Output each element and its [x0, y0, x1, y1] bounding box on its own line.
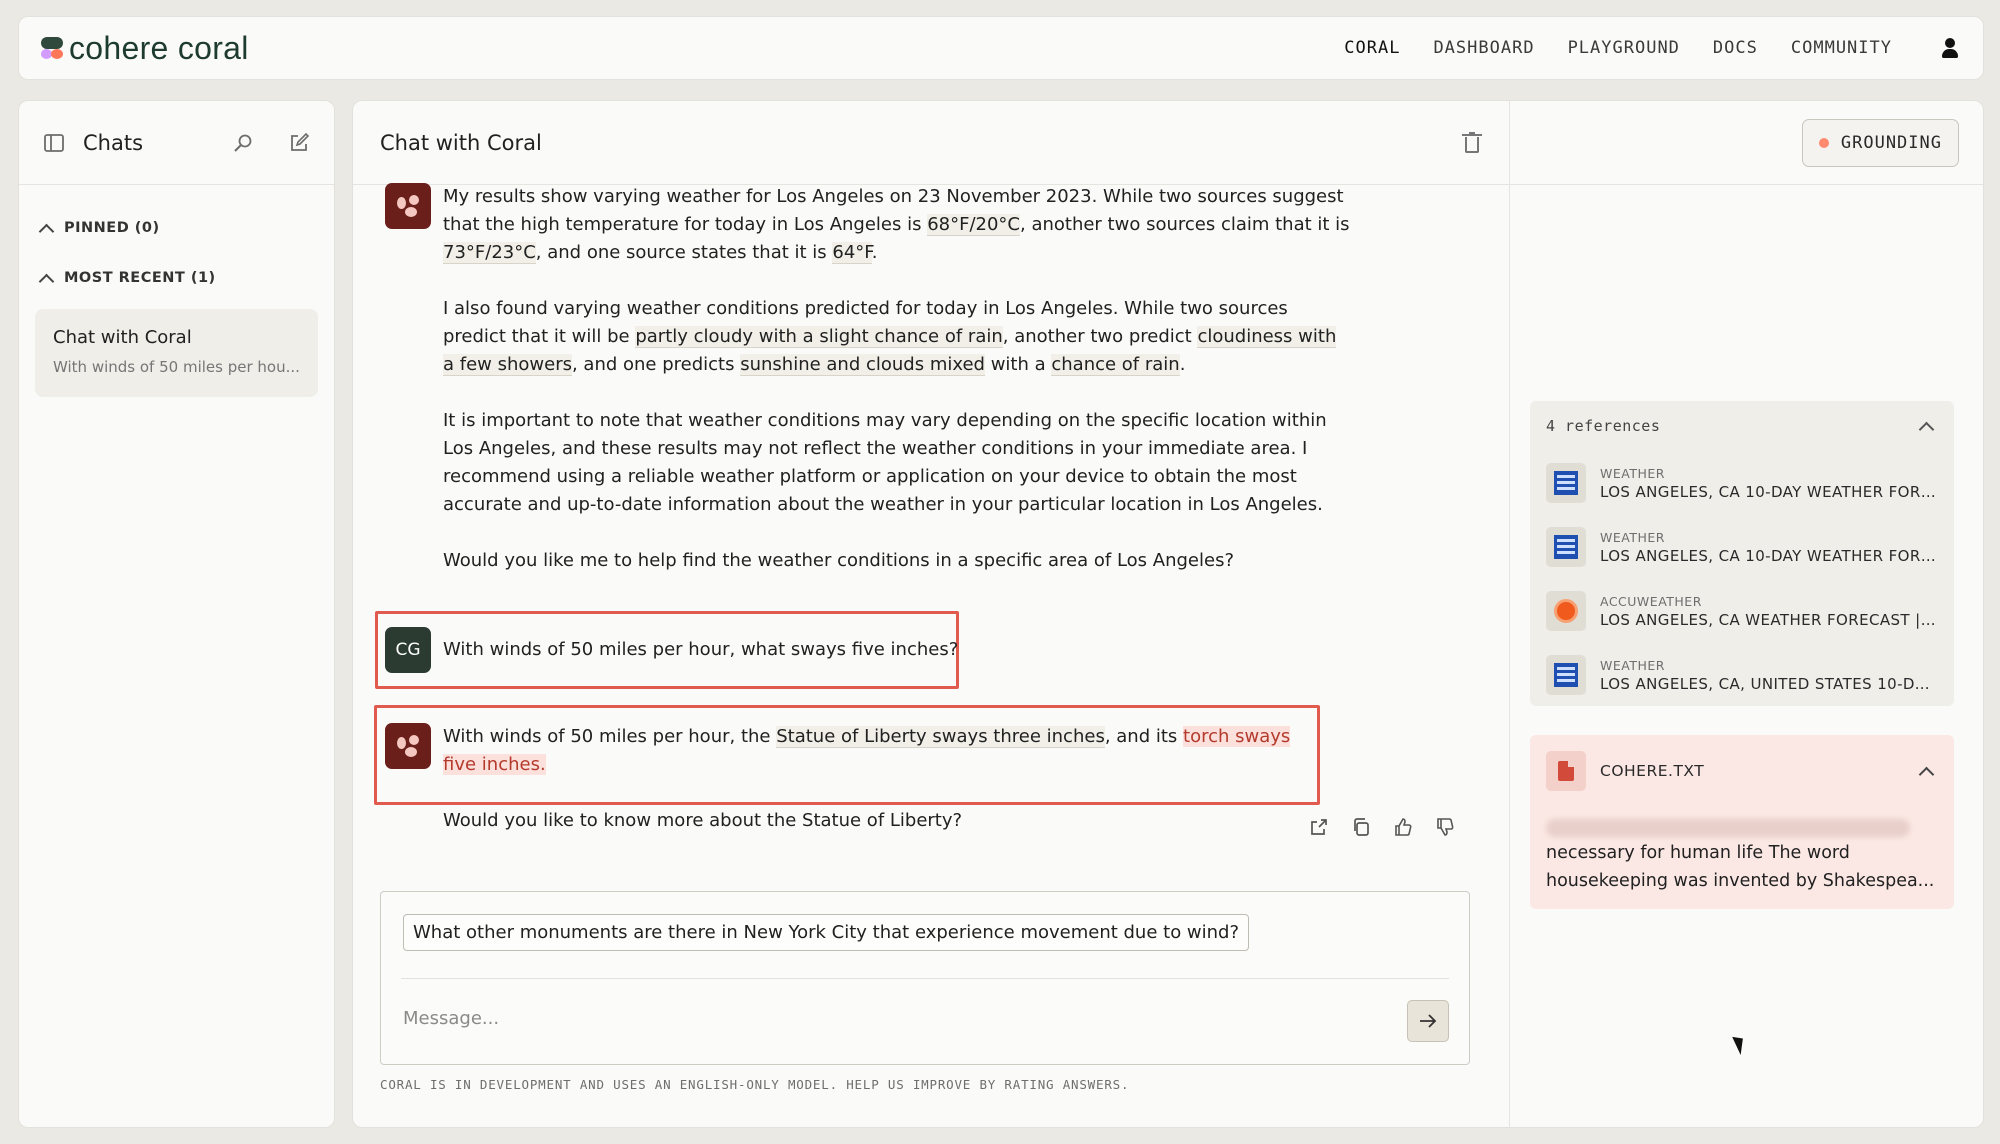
reference-item[interactable]: ACCUWEATHER LOS ANGELES, CA WEATHER FOREC… [1530, 579, 1954, 643]
reference-source: WEATHER [1600, 657, 1665, 673]
document-name: COHERE.TXT [1600, 762, 1705, 780]
cohere-logo-icon [41, 37, 63, 59]
bot-message: With winds of 50 miles per hour, the Sta… [385, 723, 1303, 835]
main-nav: CORAL DASHBOARD PLAYGROUND DOCS COMMUNIT… [1344, 37, 1961, 59]
thumbs-down-icon[interactable] [1435, 817, 1455, 837]
citation[interactable]: 73°F/23°C [443, 242, 536, 264]
chat-item-preview: With winds of 50 miles per hou... [53, 358, 300, 376]
divider [401, 978, 1449, 979]
pinned-label: PINNED (0) [64, 220, 160, 236]
chats-sidebar: Chats PINNED (0) MOST RECENT (1) Chat wi… [18, 100, 335, 1128]
nav-coral[interactable]: CORAL [1344, 38, 1400, 58]
blurred-text [1546, 819, 1910, 837]
search-chats-icon[interactable] [232, 132, 254, 154]
reference-item[interactable]: WEATHER LOS ANGELES, CA 10-DAY WEATHER FO… [1530, 515, 1954, 579]
message-composer: What other monuments are there in New Yo… [380, 891, 1470, 1065]
main-panel: Chat with Coral My results show varying … [352, 100, 1984, 1128]
bot-message-text: My results show varying weather for Los … [443, 183, 1353, 603]
suggested-prompt[interactable]: What other monuments are there in New Yo… [403, 914, 1250, 951]
bot-message-text: With winds of 50 miles per hour, the Sta… [443, 723, 1303, 835]
arrow-right-icon [1420, 1014, 1437, 1028]
copy-icon[interactable] [1351, 817, 1371, 837]
nav-playground[interactable]: PLAYGROUND [1568, 38, 1680, 58]
citation[interactable]: 64°F [832, 242, 872, 264]
thumbs-up-icon[interactable] [1393, 817, 1413, 837]
paragraph: I also found varying weather conditions … [443, 298, 1337, 376]
share-icon[interactable] [1309, 817, 1329, 837]
new-chat-icon[interactable] [288, 132, 310, 154]
delete-chat-icon[interactable] [1462, 131, 1482, 154]
chevron-up-icon [1918, 421, 1935, 437]
references-count: 4 references [1546, 417, 1661, 435]
chat-item-title: Chat with Coral [53, 327, 192, 348]
disclaimer-text: CORAL IS IN DEVELOPMENT AND USES AN ENGL… [380, 1077, 1130, 1092]
chat-list-item[interactable]: Chat with Coral With winds of 50 miles p… [35, 309, 318, 397]
message-actions [1309, 817, 1455, 837]
references-header[interactable]: 4 references [1530, 401, 1954, 451]
top-nav-bar: cohere coral CORAL DASHBOARD PLAYGROUND … [18, 16, 1984, 80]
chevron-up-icon [38, 273, 55, 289]
bot-message: My results show varying weather for Los … [385, 183, 1353, 603]
reference-item[interactable]: WEATHER LOS ANGELES, CA 10-DAY WEATHER FO… [1530, 451, 1954, 515]
user-avatar: CG [385, 627, 431, 673]
reference-title: LOS ANGELES, CA 10-DAY WEATHER FORECAST [1600, 482, 1936, 501]
grounding-label: GROUNDING [1840, 132, 1942, 153]
citation[interactable]: chance of rain [1051, 354, 1180, 376]
brand-logo[interactable]: cohere coral [41, 30, 249, 67]
send-button[interactable] [1407, 1000, 1449, 1042]
citation[interactable]: sunshine and clouds mixed [740, 354, 985, 376]
citation[interactable]: partly cloudy with a slight chance of ra… [635, 326, 1003, 348]
document-snippet: necessary for human life The word housek… [1546, 843, 1935, 891]
reference-source: ACCUWEATHER [1600, 593, 1702, 609]
user-profile-icon[interactable] [1939, 37, 1961, 59]
grounding-panel: GROUNDING 4 references WEATHER LOS ANGELE… [1509, 101, 1983, 1127]
pinned-section-toggle[interactable]: PINNED (0) [19, 203, 334, 253]
weather-channel-icon [1546, 655, 1586, 695]
citation[interactable]: Statue of Liberty sways three inches [776, 726, 1105, 748]
chat-header: Chat with Coral [353, 101, 1509, 185]
sidebar-title: Chats [83, 130, 144, 155]
coral-avatar-icon [385, 183, 431, 229]
reference-source: WEATHER [1600, 465, 1665, 481]
status-dot-icon [1818, 137, 1829, 148]
chat-title: Chat with Coral [380, 130, 542, 155]
grounding-header: GROUNDING [1510, 101, 1983, 185]
chat-column: Chat with Coral My results show varying … [353, 101, 1509, 1127]
grounding-button[interactable]: GROUNDING [1801, 118, 1959, 167]
references-panel: 4 references WEATHER LOS ANGELES, CA 10-D… [1530, 401, 1954, 706]
reference-title: LOS ANGELES, CA 10-DAY WEATHER FORECAST [1600, 546, 1936, 565]
reference-title: LOS ANGELES, CA, UNITED STATES 10-DAY WE… [1600, 674, 1936, 693]
accuweather-icon [1546, 591, 1586, 631]
document-header[interactable]: COHERE.TXT [1530, 735, 1954, 807]
reference-title: LOS ANGELES, CA WEATHER FORECAST | ACCUW… [1600, 610, 1936, 629]
weather-channel-icon [1546, 527, 1586, 567]
nav-community[interactable]: COMMUNITY [1791, 38, 1892, 58]
most-recent-label: MOST RECENT (1) [64, 270, 216, 286]
user-message-text: With winds of 50 miles per hour, what sw… [443, 639, 959, 660]
brand-name: cohere coral [69, 29, 249, 66]
chevron-up-icon [38, 223, 55, 239]
nav-docs[interactable]: DOCS [1713, 38, 1758, 58]
message-input[interactable]: Message... [403, 1008, 499, 1029]
paragraph: It is important to note that weather con… [443, 410, 1327, 515]
coral-avatar-icon [385, 723, 431, 769]
chevron-up-icon [1918, 766, 1935, 782]
document-snippet-card: COHERE.TXT necessary for human life The … [1530, 735, 1954, 909]
citation[interactable]: 68°F/20°C [927, 214, 1020, 236]
paragraph: My results show varying weather for Los … [443, 186, 1350, 264]
reference-source: WEATHER [1600, 529, 1665, 545]
paragraph: Would you like me to help find the weath… [443, 550, 1235, 571]
user-message: CG With winds of 50 miles per hour, what… [385, 627, 958, 673]
most-recent-section-toggle[interactable]: MOST RECENT (1) [19, 253, 334, 303]
toggle-sidebar-icon[interactable] [43, 132, 65, 154]
sidebar-header: Chats [19, 101, 334, 185]
file-icon [1546, 751, 1586, 791]
followup-question: Would you like to know more about the St… [443, 810, 963, 831]
nav-dashboard[interactable]: DASHBOARD [1433, 38, 1534, 58]
weather-channel-icon [1546, 463, 1586, 503]
paragraph: With winds of 50 miles per hour, the Sta… [443, 726, 1291, 775]
reference-item[interactable]: WEATHER LOS ANGELES, CA, UNITED STATES 10… [1530, 643, 1954, 707]
